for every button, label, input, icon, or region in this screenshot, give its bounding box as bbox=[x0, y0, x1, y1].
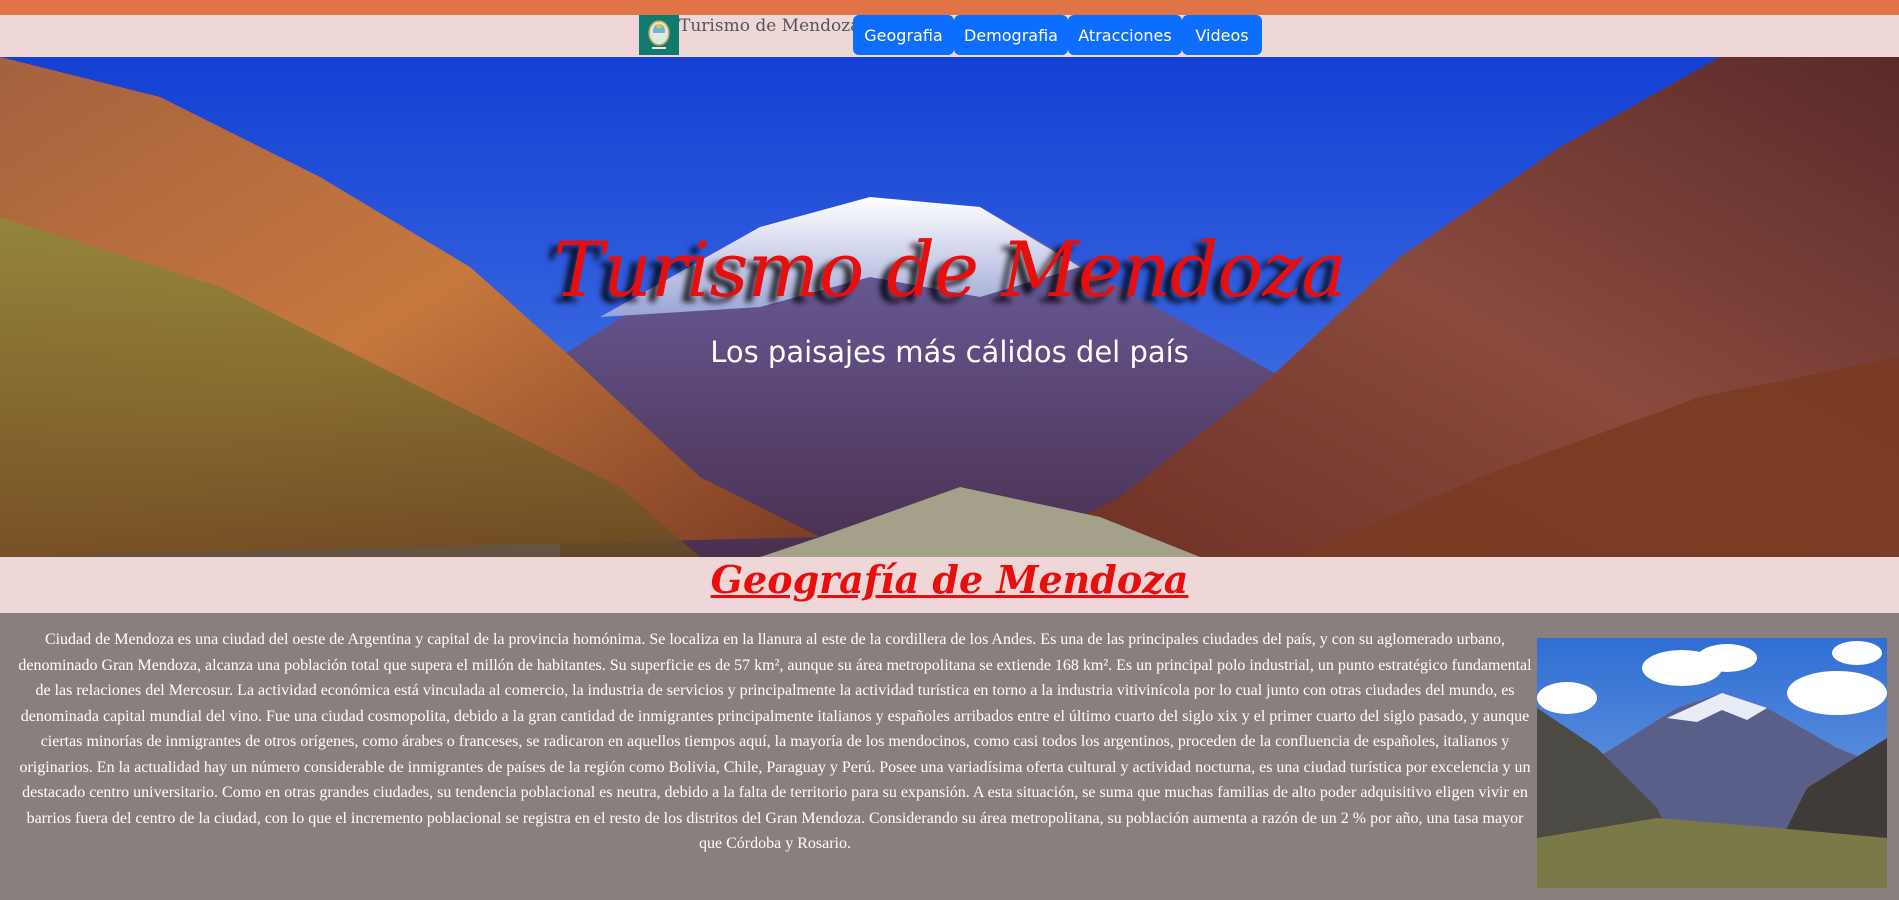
geography-paragraph: Ciudad de Mendoza es una ciudad del oest… bbox=[18, 631, 1532, 852]
top-accent-bar bbox=[0, 0, 1899, 15]
navbar: Turismo de Mendoza Geografia Demografia … bbox=[0, 15, 1899, 57]
nav-button-videos[interactable]: Videos bbox=[1182, 15, 1262, 55]
geography-section: Ciudad de Mendoza es una ciudad del oest… bbox=[0, 613, 1899, 900]
nav-button-geografia[interactable]: Geografia bbox=[853, 15, 954, 55]
hero-banner: Turismo de Mendoza Los paisajes más cáli… bbox=[0, 57, 1899, 557]
hero-subtitle: Los paisajes más cálidos del país bbox=[710, 335, 1189, 369]
section-header: Geografía de Mendoza bbox=[0, 557, 1899, 613]
nav-button-atracciones[interactable]: Atracciones bbox=[1068, 15, 1182, 55]
hero-title: Turismo de Mendoza bbox=[553, 225, 1347, 314]
nav-button-demografia[interactable]: Demografia bbox=[954, 15, 1068, 55]
aconcagua-photo bbox=[1537, 638, 1887, 888]
mendoza-coat-of-arms-icon[interactable] bbox=[639, 15, 679, 55]
section-title: Geografía de Mendoza bbox=[710, 557, 1189, 602]
brand-name[interactable]: Turismo de Mendoza bbox=[679, 16, 860, 36]
